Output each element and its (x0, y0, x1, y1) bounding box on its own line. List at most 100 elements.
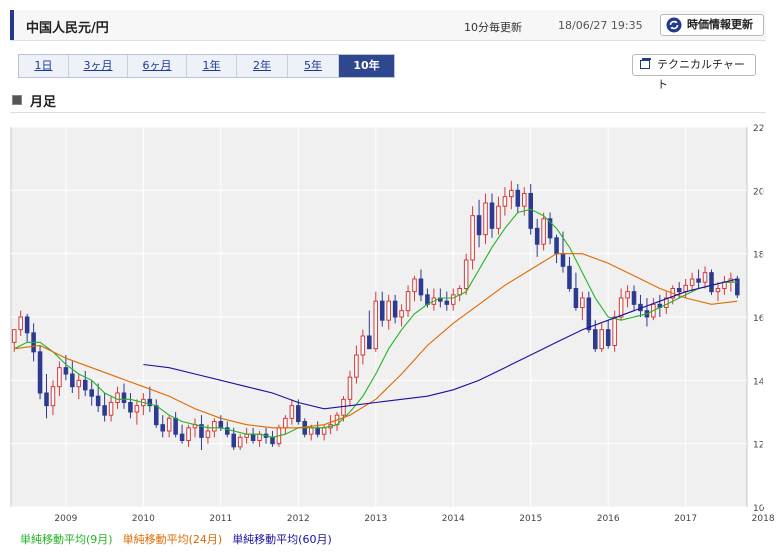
candle-up (347, 376, 353, 400)
candle-up (502, 196, 508, 207)
candle-down (24, 316, 30, 334)
candle-up (11, 329, 17, 343)
candle-up (212, 421, 217, 432)
candle-down (515, 189, 521, 207)
page-title: 中国人民元/円 (26, 21, 109, 36)
tab-3m[interactable]: 3ヶ月 (69, 55, 128, 77)
tab-10y[interactable]: 10年 (339, 55, 394, 77)
candle-down (379, 300, 385, 321)
candle-down (735, 278, 740, 296)
candle-up (237, 436, 243, 448)
candle-down (173, 417, 178, 435)
candle-up (186, 427, 191, 442)
refresh-label: 時価情報更新 (687, 18, 753, 31)
x-tick-label: 2013 (364, 514, 387, 524)
candle-up (57, 367, 62, 388)
section-title: 月足 (30, 95, 57, 110)
candle-down (44, 392, 49, 407)
candle-up (521, 193, 527, 207)
candle-up (205, 430, 211, 438)
candle-up (166, 417, 172, 432)
square-bullet-icon (12, 95, 22, 105)
candle-up (115, 392, 120, 403)
candle-down (37, 351, 43, 394)
candle-up (405, 291, 411, 312)
candle-up (76, 379, 82, 388)
refresh-button[interactable]: 時価情報更新 (660, 14, 764, 36)
tab-1d[interactable]: 1日 (19, 55, 69, 77)
candle-down (70, 373, 75, 388)
candle-up (354, 354, 359, 378)
candle-down (102, 405, 107, 416)
candle-up (483, 202, 488, 236)
candle-down (631, 291, 637, 305)
candle-up (625, 291, 630, 299)
candle-down (444, 300, 450, 305)
candle-down (709, 272, 714, 293)
candle-up (289, 405, 295, 419)
candle-up (399, 310, 404, 318)
x-tick-label: 2012 (287, 514, 310, 524)
candle-down (250, 433, 256, 441)
candle-up (541, 218, 546, 245)
candle-down (573, 288, 579, 308)
technical-chart-button[interactable]: テクニカルチャート (632, 54, 756, 91)
x-tick-label: 2010 (132, 514, 155, 524)
section-divider (10, 112, 766, 113)
chart-legend: 単純移動平均(9月) 単純移動平均(24月) 単純移動平均(60月) (20, 531, 332, 547)
candle-down (560, 253, 566, 267)
tab-2y[interactable]: 2年 (237, 55, 288, 77)
x-tick-label: 2014 (442, 514, 465, 524)
candle-down (528, 193, 533, 229)
tab-6m[interactable]: 6ヶ月 (128, 55, 187, 77)
candle-up (612, 316, 617, 346)
candle-down (89, 389, 94, 397)
candle-up (722, 281, 727, 290)
candle-down (128, 402, 133, 413)
candle-down (367, 335, 372, 350)
candle-down (676, 288, 682, 293)
x-tick-label: 2015 (519, 514, 542, 524)
candle-up (470, 215, 475, 261)
candle-down (95, 395, 101, 407)
candle-down (489, 202, 495, 229)
candle-up (496, 205, 501, 229)
tab-1y[interactable]: 1年 (187, 55, 237, 77)
candle-up (18, 316, 23, 331)
candle-down (218, 421, 224, 429)
candle-down (231, 433, 237, 448)
candle-down (121, 392, 127, 403)
candle-down (418, 278, 424, 296)
candle-up (618, 297, 624, 318)
candle-up (108, 402, 114, 416)
legend-item-ma24: 単純移動平均(24月) (122, 533, 223, 546)
candle-up (689, 278, 695, 286)
x-tick-label: 2009 (54, 514, 77, 524)
candle-down (153, 405, 159, 426)
tab-5y[interactable]: 5年 (288, 55, 339, 77)
x-tick-label: 2016 (597, 514, 620, 524)
x-tick-label: 2018 (752, 514, 775, 524)
update-frequency: 10分毎更新 (464, 21, 522, 34)
candle-up (599, 329, 605, 350)
candle-down (586, 297, 592, 331)
section-heading: 月足 (12, 91, 56, 110)
x-tick-label: 2017 (674, 514, 697, 524)
candle-up (463, 259, 469, 289)
candle-down (593, 329, 598, 350)
candle-down (296, 405, 301, 422)
candle-down (82, 379, 88, 391)
candle-up (373, 300, 379, 350)
candle-up (134, 405, 140, 413)
candle-up (50, 386, 56, 407)
candle-down (476, 215, 482, 236)
candle-down (425, 294, 430, 305)
refresh-icon (666, 17, 682, 33)
candle-up (341, 398, 346, 416)
candlestick-chart: 101214161820222009 2010 2011 2012 2013 2014 20… (10, 124, 775, 524)
timestamp: 18/06/27 19:35 (558, 19, 643, 32)
candle-down (160, 424, 165, 432)
candle-down (534, 227, 540, 245)
legend-item-ma9: 単純移動平均(9月) (20, 533, 113, 546)
period-tabs: 1日 3ヶ月 6ヶ月 1年 2年 5年 10年 (18, 54, 395, 78)
